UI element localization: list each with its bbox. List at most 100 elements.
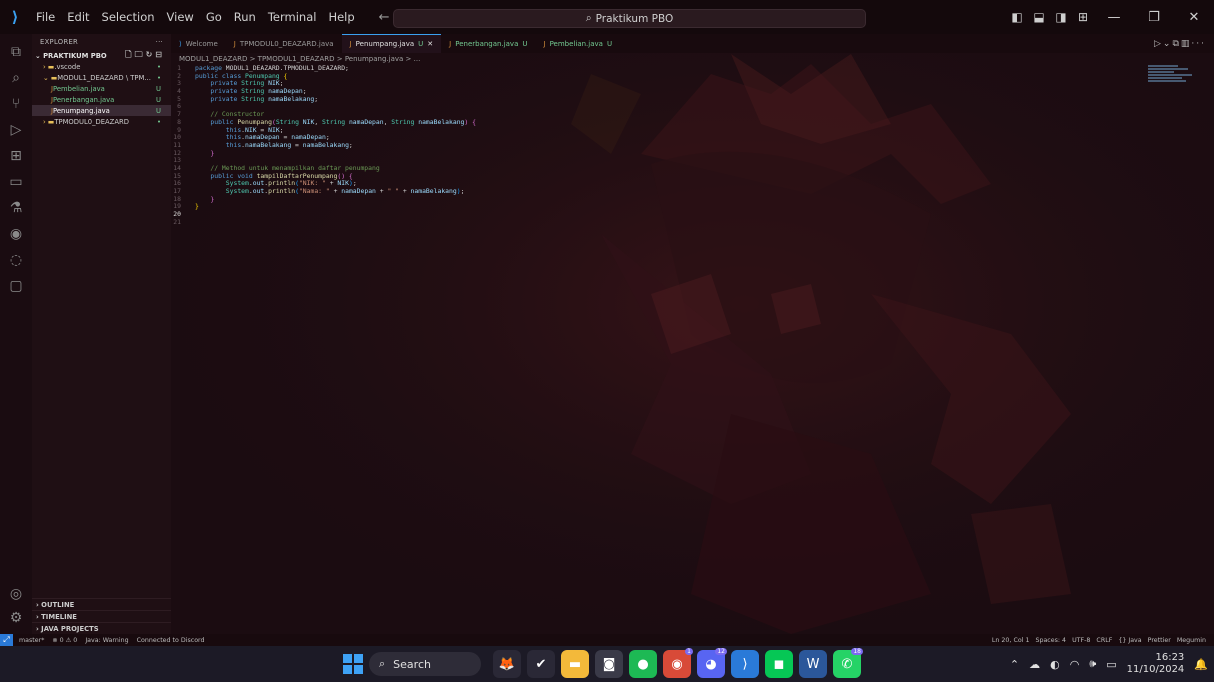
status-item-left[interactable]: master* bbox=[19, 637, 44, 644]
outline-section[interactable]: › OUTLINE bbox=[32, 598, 171, 610]
command-center-search[interactable]: ⌕ Praktikum PBO bbox=[393, 9, 866, 28]
minimize-button[interactable]: — bbox=[1094, 10, 1134, 25]
notification-bell-icon[interactable]: 🔔 bbox=[1194, 658, 1208, 671]
restore-button[interactable]: ❐ bbox=[1134, 10, 1174, 25]
status-item-right[interactable]: Ln 20, Col 1 bbox=[992, 637, 1030, 644]
source-control-icon[interactable]: ⑂ bbox=[0, 92, 32, 116]
search-icon[interactable]: ⌕ bbox=[0, 66, 32, 90]
toggle-secondary-sidebar-icon[interactable]: ◨ bbox=[1050, 10, 1072, 24]
spotify-icon[interactable]: ● bbox=[629, 650, 657, 678]
clock[interactable]: 16:23 11/10/2024 bbox=[1127, 652, 1185, 676]
status-item-right[interactable]: {} Java bbox=[1118, 637, 1141, 644]
editor-area: ⟩ Welcome J TPMODUL0_DEAZARD.java J Penumpang… bbox=[171, 34, 1214, 634]
accounts-icon[interactable]: ◎ bbox=[0, 582, 32, 606]
testing-icon[interactable]: ⚗ bbox=[0, 196, 32, 220]
more-actions-icon[interactable]: ··· bbox=[1191, 39, 1206, 49]
whatsapp-icon[interactable]: ✆ 18 bbox=[833, 648, 863, 678]
chevron-up-icon[interactable]: ⌃ bbox=[1010, 658, 1019, 671]
minimap[interactable] bbox=[1148, 65, 1196, 91]
editor-tab[interactable]: J TPMODUL0_DEAZARD.java bbox=[226, 34, 342, 53]
run-debug-icon[interactable]: ▷ bbox=[0, 118, 32, 142]
explorer-icon[interactable]: ⧉ bbox=[0, 40, 32, 64]
split-editor-icon[interactable]: ⧉ bbox=[1172, 39, 1180, 49]
toggle-panel-icon[interactable]: ⬓ bbox=[1028, 10, 1050, 24]
volume-icon[interactable]: 🕪 bbox=[1089, 657, 1096, 671]
status-item-right[interactable]: CRLF bbox=[1096, 637, 1112, 644]
pet-app-icon[interactable]: 🦊 bbox=[493, 650, 521, 678]
tree-item[interactable]: J Penerbangan.java U bbox=[32, 94, 171, 105]
editor-tab[interactable]: J Penerbangan.java U bbox=[441, 34, 535, 53]
status-item-right[interactable]: Prettier bbox=[1148, 637, 1171, 644]
menu-edit[interactable]: Edit bbox=[61, 10, 95, 24]
tree-item[interactable]: ⌄ ▬ MODUL1_DEAZARD \ TPM... • bbox=[32, 72, 171, 83]
toggle-primary-sidebar-icon[interactable]: ◧ bbox=[1006, 10, 1028, 24]
vscode-icon[interactable]: ⟩ bbox=[731, 650, 759, 678]
menu-go[interactable]: Go bbox=[200, 10, 228, 24]
remote-indicator-icon[interactable]: ⤢ bbox=[0, 634, 13, 646]
copilot-icon[interactable]: ◉ bbox=[0, 222, 32, 246]
steam-app-icon[interactable]: ✔ bbox=[527, 650, 555, 678]
tree-item[interactable]: › ▬ .vscode • bbox=[32, 61, 171, 72]
taskbar-search[interactable]: ⌕ Search bbox=[369, 652, 481, 676]
more-actions-icon[interactable]: ··· bbox=[156, 38, 163, 46]
word-icon[interactable]: W bbox=[799, 650, 827, 678]
close-tab-icon[interactable]: ✕ bbox=[427, 40, 433, 48]
status-item-right[interactable]: Megumin bbox=[1177, 637, 1206, 644]
code-line: 21 bbox=[171, 218, 1214, 227]
vscode-tab-icon: ⟩ bbox=[179, 39, 182, 48]
remote-explorer-icon[interactable]: ▭ bbox=[0, 170, 32, 194]
editor-tab[interactable]: J Penumpang.java U ✕ bbox=[341, 34, 442, 53]
menu-run[interactable]: Run bbox=[228, 10, 262, 24]
discord-icon[interactable]: ◕ 12 bbox=[697, 648, 727, 678]
status-item-left[interactable]: Java: Warning bbox=[85, 637, 128, 644]
back-arrow-icon[interactable]: ← bbox=[379, 10, 390, 25]
git-status-badge: U bbox=[156, 95, 161, 104]
chrome-icon[interactable]: ◉ 1 bbox=[663, 648, 693, 678]
menu-help[interactable]: Help bbox=[322, 10, 360, 24]
menu-selection[interactable]: Selection bbox=[96, 10, 161, 24]
editor-tab[interactable]: ⟩ Welcome bbox=[171, 34, 226, 53]
code-token: } bbox=[210, 194, 215, 203]
code-token: System bbox=[225, 187, 249, 195]
editor-actions[interactable]: ▷⌄ ⧉ ▥ ··· bbox=[1154, 34, 1214, 53]
layout-icon[interactable]: ▥ bbox=[1181, 39, 1192, 49]
windows-start-icon[interactable] bbox=[343, 654, 363, 674]
code-editor[interactable]: 1 package MODUL1_DEAZARD.TPMODUL1_DEAZARD… bbox=[171, 64, 1214, 227]
code-token: ; bbox=[348, 140, 353, 149]
status-item-right[interactable]: UTF-8 bbox=[1072, 637, 1090, 644]
run-icon[interactable]: ▷⌄ bbox=[1154, 39, 1172, 49]
code-line: 17 System. out. println("Nama: " + namaDep… bbox=[171, 187, 1214, 196]
wifi-icon[interactable]: ◠ bbox=[1070, 658, 1080, 671]
edge-icon[interactable]: ◐ bbox=[1050, 658, 1060, 671]
timeline-section[interactable]: › TIMELINE bbox=[32, 610, 171, 622]
onedrive-icon[interactable]: ☁ bbox=[1029, 658, 1040, 671]
status-item-left[interactable]: ⊗ 0 ⚠ 0 bbox=[52, 637, 77, 644]
tab-label: Pembelian.java bbox=[549, 39, 603, 48]
menu-view[interactable]: View bbox=[161, 10, 200, 24]
code-line: 19} bbox=[171, 203, 1214, 211]
java-projects-section[interactable]: › JAVA PROJECTS bbox=[32, 622, 171, 634]
tree-item[interactable]: › ▬ TPMODUL0_DEAZARD • bbox=[32, 116, 171, 127]
file-explorer-icon[interactable]: ▬ bbox=[561, 650, 589, 678]
app-glyph: ▬ bbox=[568, 656, 582, 672]
gitlens-icon[interactable]: ◌ bbox=[0, 248, 32, 272]
project-root[interactable]: ⌄ PRAKTIKUM PBO 🗋🗀↻⊟ bbox=[32, 50, 171, 61]
chat-icon[interactable]: ▢ bbox=[0, 274, 32, 298]
tree-item[interactable]: J Pembelian.java U bbox=[32, 83, 171, 94]
battery-icon[interactable]: ▭ bbox=[1106, 658, 1116, 671]
menu-file[interactable]: File bbox=[30, 10, 61, 24]
camera-app-icon[interactable]: ◙ bbox=[595, 650, 623, 678]
status-item-right[interactable]: Spaces: 4 bbox=[1035, 637, 1066, 644]
tree-item[interactable]: J Penumpang.java U bbox=[32, 105, 171, 116]
customize-layout-icon[interactable]: ⊞ bbox=[1072, 10, 1094, 24]
status-item-left[interactable]: Connected to Discord bbox=[137, 637, 205, 644]
extensions-icon[interactable]: ⊞ bbox=[0, 144, 32, 168]
close-window-button[interactable]: ✕ bbox=[1174, 10, 1214, 25]
editor-tab[interactable]: J Pembelian.java U bbox=[536, 34, 621, 53]
settings-icon[interactable]: ⚙ bbox=[0, 606, 32, 630]
editor-tabs: ⟩ Welcome J TPMODUL0_DEAZARD.java J Penumpang… bbox=[171, 34, 1214, 53]
app-glyph: ◙ bbox=[602, 656, 616, 672]
line-icon[interactable]: ◼ bbox=[765, 650, 793, 678]
app-glyph: 🦊 bbox=[498, 656, 516, 672]
menu-terminal[interactable]: Terminal bbox=[262, 10, 323, 24]
